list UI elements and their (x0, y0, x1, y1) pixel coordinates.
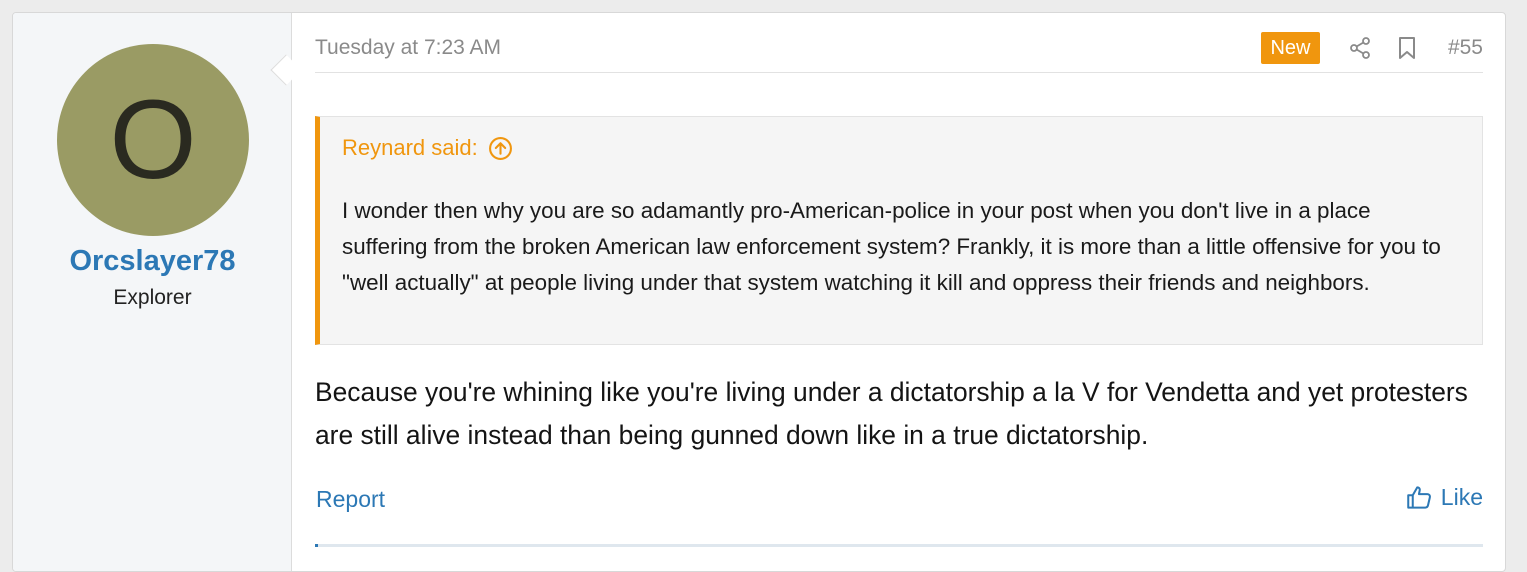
thumbs-up-icon (1407, 486, 1431, 509)
avatar-letter: O (109, 77, 197, 202)
post-number-link[interactable]: #55 (1448, 36, 1483, 60)
like-label: Like (1440, 484, 1483, 510)
post-main: Tuesday at 7:23 AM New #55 Reynard said: (315, 13, 1483, 571)
forum-post: O Orcslayer78 Explorer Tuesday at 7:23 A… (12, 12, 1506, 572)
post-message: Because you're whining like you're livin… (315, 377, 1468, 450)
new-badge: New (1261, 32, 1320, 64)
bookmark-icon[interactable] (1397, 36, 1417, 60)
arrow-up-circle-icon[interactable] (488, 136, 513, 161)
quote-block: Reynard said: I wonder then why you are … (315, 116, 1483, 345)
quote-attribution-text: Reynard said: (342, 135, 478, 160)
like-button[interactable]: Like (1406, 484, 1483, 511)
username-link[interactable]: Orcslayer78 (13, 245, 292, 278)
post-author-panel: O Orcslayer78 Explorer (13, 13, 292, 571)
avatar[interactable]: O (57, 44, 249, 236)
report-link[interactable]: Report (316, 486, 385, 513)
share-icon[interactable] (1348, 36, 1372, 60)
post-meta-bar: Tuesday at 7:23 AM New #55 (315, 32, 1483, 73)
user-title: Explorer (113, 286, 192, 309)
quote-attribution[interactable]: Reynard said: (342, 135, 513, 161)
quote-text: I wonder then why you are so adamantly p… (342, 198, 1441, 295)
post-timestamp[interactable]: Tuesday at 7:23 AM (315, 36, 501, 60)
